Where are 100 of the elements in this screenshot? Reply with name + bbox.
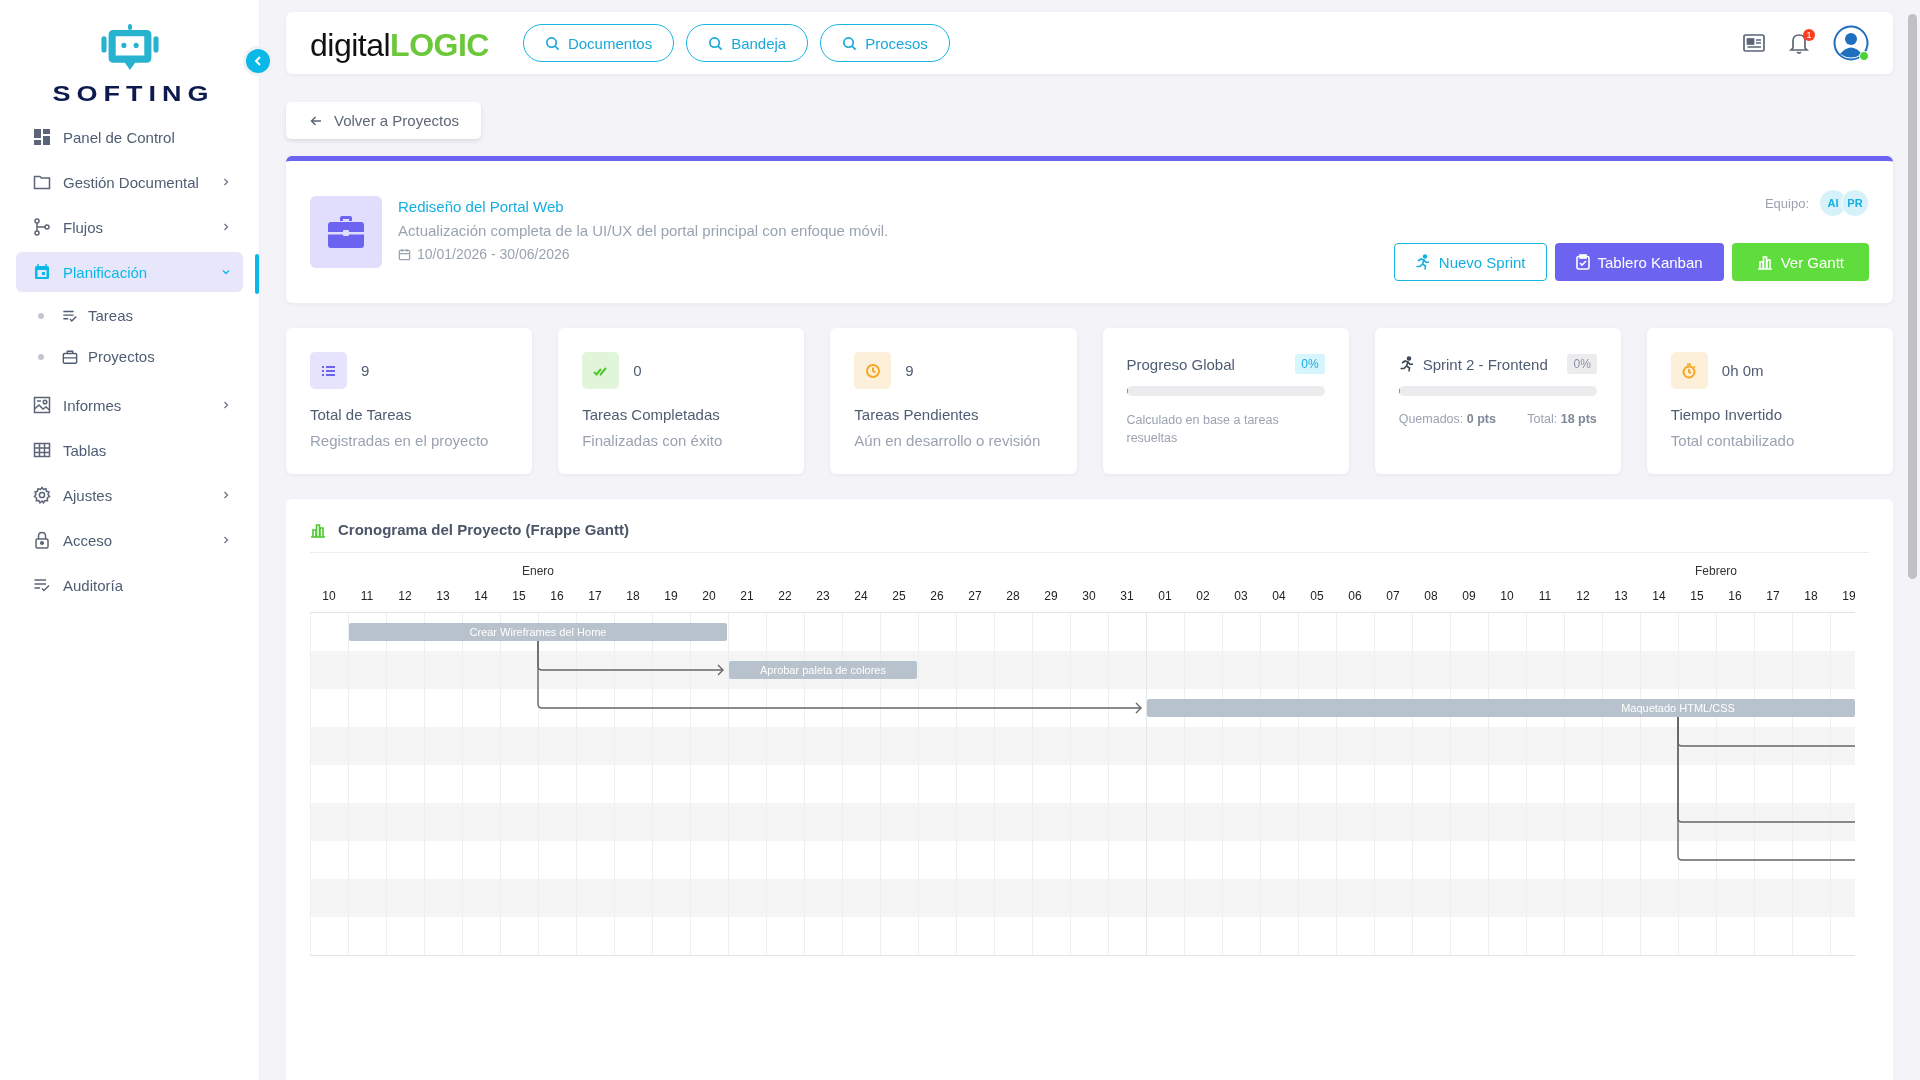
day-label: 14 [474, 589, 488, 603]
day-label: 31 [1120, 589, 1134, 603]
progress-note: Calculado en base a tareas resueltas [1126, 412, 1280, 447]
day-label: 19 [664, 589, 678, 603]
brand-name: SOFTING [52, 82, 215, 107]
dashboard-icon [33, 128, 51, 146]
branch-icon [33, 218, 51, 236]
day-label: 14 [1652, 589, 1666, 603]
day-label: 24 [854, 589, 868, 603]
arrow-left-icon [310, 114, 322, 127]
kanban-board-button[interactable]: Tablero Kanban [1554, 243, 1724, 281]
search-icon [708, 35, 724, 51]
day-label: 27 [968, 589, 982, 603]
stat-value: 0h 0m [1721, 362, 1764, 379]
total-points: Total: 18 pts [1527, 412, 1597, 426]
running-person-icon [1414, 254, 1431, 270]
table-icon [33, 441, 51, 459]
day-label: 16 [550, 589, 564, 603]
project-dates: 10/01/2026 - 30/06/2026 [417, 246, 570, 262]
day-label: 12 [1576, 589, 1590, 603]
day-label: 15 [1690, 589, 1704, 603]
gantt-title: Cronograma del Proyecto (Frappe Gantt) [338, 521, 629, 538]
search-button[interactable]: Bandeja [686, 24, 809, 62]
day-label: 13 [436, 589, 450, 603]
submenu-item[interactable]: Tareas [16, 297, 243, 334]
day-label: 09 [1462, 589, 1476, 603]
day-label: 30 [1082, 589, 1096, 603]
day-label: 11 [1538, 589, 1552, 603]
search-button[interactable]: Procesos [820, 24, 950, 62]
clipboard-check-icon [1575, 254, 1590, 270]
bar-chart-icon [1756, 254, 1773, 270]
user-avatar-icon[interactable] [1833, 25, 1869, 61]
day-label: 03 [1234, 589, 1248, 603]
project-title[interactable]: Rediseño del Portal Web [398, 198, 889, 215]
settings-icon [33, 486, 51, 504]
sidebar-item[interactable]: Ajustes [16, 475, 243, 515]
sidebar-item[interactable]: Auditoría [16, 565, 243, 605]
day-label: 17 [1766, 589, 1780, 603]
day-label: 05 [1310, 589, 1324, 603]
image-report-icon [33, 396, 51, 414]
day-label: 15 [512, 589, 526, 603]
sidebar-item[interactable]: Tablas [16, 430, 243, 470]
day-label: 18 [626, 589, 640, 603]
stat-title: Tareas Completadas [582, 406, 721, 423]
sidebar-item[interactable]: Informes [16, 385, 243, 425]
back-button[interactable]: Volver a Proyectos [286, 102, 482, 139]
day-label: 13 [1614, 589, 1628, 603]
stat-title: Tareas Pendientes [854, 406, 980, 423]
stat-subtitle: Total contabilizado [1670, 432, 1796, 449]
stat-title: Total de Tareas [310, 406, 413, 423]
search-icon [842, 35, 858, 51]
sidebar-item[interactable]: Flujos [16, 207, 243, 247]
day-label: 04 [1272, 589, 1286, 603]
day-label: 28 [1006, 589, 1020, 603]
day-label: 21 [740, 589, 754, 603]
lock-icon [33, 531, 51, 549]
progress-title: Progreso Global [1126, 355, 1236, 373]
day-label: 26 [930, 589, 944, 603]
day-label: 23 [816, 589, 830, 603]
month-label: Febrero [1695, 564, 1737, 578]
bar-chart-icon [310, 521, 326, 538]
team-label: Equipo: [1764, 195, 1809, 211]
month-label: Enero [522, 564, 554, 578]
day-label: 08 [1424, 589, 1438, 603]
burned-points: Quemados: 0 pts [1398, 412, 1496, 426]
day-label: 22 [778, 589, 792, 603]
calendar-icon [33, 263, 51, 281]
folder-icon [33, 173, 51, 191]
submenu-item[interactable]: Proyectos [16, 338, 243, 375]
search-icon [544, 35, 560, 51]
stat-value: 0 [633, 362, 642, 379]
calendar-icon [398, 247, 411, 261]
day-label: 02 [1196, 589, 1210, 603]
day-label: 12 [398, 589, 412, 603]
day-label: 10 [1500, 589, 1514, 603]
checklist-icon [33, 576, 51, 594]
day-label: 01 [1158, 589, 1172, 603]
day-label: 07 [1386, 589, 1400, 603]
notification-bell-icon[interactable] [1789, 32, 1809, 54]
project-description: Actualización completa de la UI/UX del portal principal con enfoque móvil. [398, 222, 889, 239]
chevron-left-icon [252, 55, 264, 67]
day-label: 18 [1804, 589, 1818, 603]
progress-title: Sprint 2 - Frontend [1422, 355, 1549, 373]
news-icon[interactable] [1743, 33, 1765, 53]
stat-value: 9 [361, 362, 370, 379]
sidebar-item[interactable]: Gestión Documental [16, 162, 243, 202]
stat-value: 9 [905, 362, 914, 379]
day-label: 06 [1348, 589, 1362, 603]
stat-subtitle: Registradas en el proyecto [310, 432, 490, 449]
briefcase-icon [310, 196, 382, 268]
day-label: 20 [702, 589, 716, 603]
brand-logo: digitalLOGIC [310, 26, 489, 64]
new-sprint-button[interactable]: Nuevo Sprint [1393, 243, 1547, 281]
stat-subtitle: Aún en desarrollo o revisión [854, 432, 1042, 449]
day-label: 17 [588, 589, 602, 603]
day-label: 16 [1728, 589, 1742, 603]
search-button[interactable]: Documentos [522, 24, 675, 62]
briefcase-icon [62, 348, 78, 365]
sidebar-item[interactable]: Acceso [16, 520, 243, 560]
sidebar-item[interactable]: Panel de Control [16, 117, 243, 157]
